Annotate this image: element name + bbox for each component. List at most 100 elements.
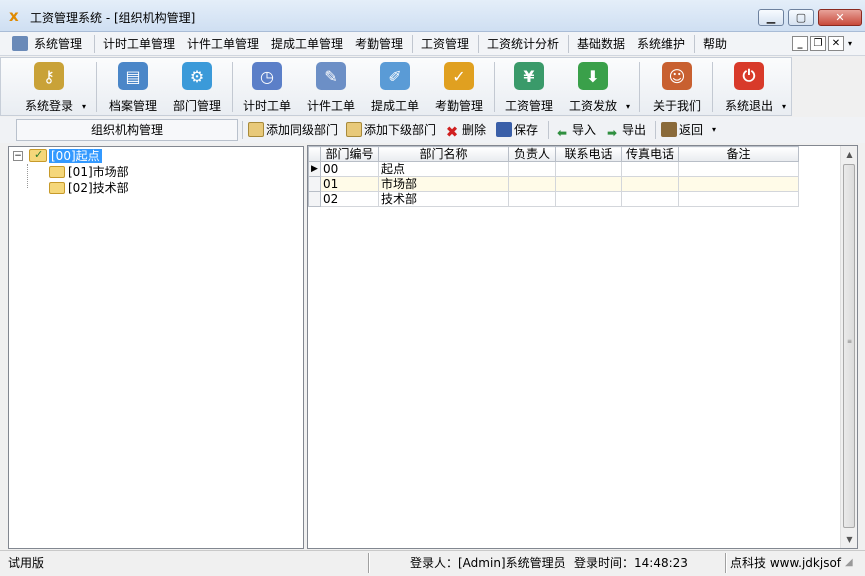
toolbar-salary-button[interactable]: ¥ 工资管理 <box>501 60 557 114</box>
add-child-department-button[interactable]: 添加下级部门 <box>346 121 436 139</box>
table-cell[interactable]: 01 <box>320 176 379 192</box>
exit-dropdown-icon[interactable]: ▾ <box>782 102 786 111</box>
tools-sheet-icon: ✎ <box>316 62 346 90</box>
menu-attendance[interactable]: 考勤管理 <box>355 36 403 52</box>
folder-gear-icon: ⚙ <box>182 62 212 90</box>
attendance-icon: ✓ <box>444 62 474 90</box>
maximize-button[interactable]: ▢ <box>788 9 814 26</box>
main-toolbar: ⚷ 系统登录 ▾ ▤ 档案管理 ⚙ 部门管理 ◷ 计时工单 ✎ 计件工单 ✐ 提… <box>0 57 792 116</box>
menu-commission-order[interactable]: 提成工单管理 <box>271 36 343 52</box>
window-title: 工资管理系统 - [组织机构管理] <box>30 11 196 25</box>
save-disk-icon <box>496 122 512 137</box>
menu-base-data[interactable]: 基础数据 <box>577 36 625 52</box>
mdi-restore-button[interactable]: ❐ <box>810 36 826 51</box>
minimize-button[interactable]: ▁ <box>758 9 784 26</box>
table-cell[interactable] <box>508 191 556 207</box>
table-cell[interactable]: 市场部 <box>378 176 509 192</box>
toolbar-about-button[interactable]: ☺ 关于我们 <box>649 60 705 114</box>
delete-x-icon: ✖ <box>445 123 459 141</box>
close-button[interactable]: ✕ <box>818 9 862 26</box>
toolbar-exit-button[interactable]: ⏻ 系统退出 <box>721 60 777 114</box>
scroll-up-arrow-icon[interactable]: ▲ <box>841 146 858 163</box>
vertical-scrollbar[interactable]: ▲ ≡ ▼ <box>840 146 857 548</box>
resize-grip-icon[interactable]: ◢ <box>845 554 853 572</box>
menu-salary-stats[interactable]: 工资统计分析 <box>487 36 559 52</box>
column-header[interactable]: 部门名称 <box>378 146 509 162</box>
action-overflow-chevron-icon[interactable]: ▾ <box>712 121 716 139</box>
scroll-down-arrow-icon[interactable]: ▼ <box>841 531 858 548</box>
table-cell[interactable] <box>508 176 556 192</box>
table-cell[interactable] <box>555 161 622 177</box>
scroll-grip-icon: ≡ <box>847 338 853 345</box>
company-status: 点科技 www.jdkjsof <box>730 556 842 570</box>
tree-node-marketing[interactable]: [01]市场部 <box>49 164 129 180</box>
table-row[interactable]: 01 市场部 <box>308 176 799 192</box>
collapse-toggle-icon[interactable]: − <box>13 151 23 161</box>
table-cell[interactable] <box>508 161 556 177</box>
menu-piece-order[interactable]: 计件工单管理 <box>187 36 259 52</box>
column-header[interactable]: 负责人 <box>508 146 556 162</box>
mdi-close-button[interactable]: ✕ <box>828 36 844 51</box>
table-cell[interactable]: 02 <box>320 191 379 207</box>
toolbar-piece-button[interactable]: ✎ 计件工单 <box>303 60 359 114</box>
people-icon: ☺ <box>662 62 692 90</box>
table-cell[interactable]: 起点 <box>378 161 509 177</box>
import-button[interactable]: ⬅ 导入 <box>554 121 596 140</box>
column-header[interactable]: 传真电话 <box>621 146 679 162</box>
menu-timing-order[interactable]: 计时工单管理 <box>103 36 175 52</box>
table-cell[interactable] <box>678 176 799 192</box>
table-row[interactable]: ▶ 00 起点 <box>308 161 799 177</box>
row-indicator <box>308 191 321 207</box>
add-sibling-department-button[interactable]: 添加同级部门 <box>248 121 338 139</box>
menu-system-management[interactable]: 系统管理 <box>12 36 82 52</box>
keys-icon: ⚷ <box>34 62 64 90</box>
book-money-icon: ¥ <box>514 62 544 90</box>
tree-node-root[interactable]: − [00]起点 <box>9 147 129 164</box>
toolbar-login-button[interactable]: ⚷ 系统登录 <box>21 60 77 114</box>
table-cell[interactable] <box>555 191 622 207</box>
scroll-thumb[interactable]: ≡ <box>843 164 855 528</box>
login-dropdown-icon[interactable]: ▾ <box>82 102 86 111</box>
table-cell[interactable] <box>621 191 679 207</box>
table-row[interactable]: 02 技术部 <box>308 191 799 207</box>
org-tree: − [00]起点 [01]市场部 [02]技术部 <box>8 146 304 549</box>
clock-sheet-icon: ◷ <box>252 62 282 90</box>
section-label: 组织机构管理 <box>16 119 238 141</box>
import-arrow-icon: ⬅ <box>556 126 568 140</box>
table-cell[interactable]: 技术部 <box>378 191 509 207</box>
toolbar-timing-button[interactable]: ◷ 计时工单 <box>239 60 295 114</box>
column-header[interactable]: 部门编号 <box>320 146 379 162</box>
toolbar-department-button[interactable]: ⚙ 部门管理 <box>169 60 225 114</box>
system-menu-icon <box>12 36 28 51</box>
menu-system-maintenance[interactable]: 系统维护 <box>637 36 685 52</box>
add-child-icon <box>346 122 362 137</box>
tree-node-tech[interactable]: [02]技术部 <box>49 180 129 196</box>
menu-overflow-chevron-icon[interactable]: ▾ <box>848 36 852 52</box>
return-button[interactable]: 返回 <box>661 121 703 139</box>
column-header[interactable]: 备注 <box>678 146 799 162</box>
table-cell[interactable] <box>678 161 799 177</box>
payout-dropdown-icon[interactable]: ▾ <box>626 102 630 111</box>
menu-help[interactable]: 帮助 <box>703 36 727 52</box>
table-cell[interactable] <box>678 191 799 207</box>
table-cell[interactable]: 00 <box>320 161 379 177</box>
table-cell[interactable] <box>621 176 679 192</box>
export-button[interactable]: ➡ 导出 <box>604 121 646 140</box>
toolbar-commission-button[interactable]: ✐ 提成工单 <box>367 60 423 114</box>
return-door-icon <box>661 122 677 137</box>
menu-salary[interactable]: 工资管理 <box>421 36 469 52</box>
mdi-minimize-button[interactable]: _ <box>792 36 808 51</box>
toolbar-archive-button[interactable]: ▤ 档案管理 <box>105 60 161 114</box>
save-button[interactable]: 保存 <box>496 121 538 139</box>
title-bar: ⅹ 工资管理系统 - [组织机构管理] ▁ ▢ ✕ <box>0 0 865 32</box>
department-grid: 部门编号 部门名称 负责人 联系电话 传真电话 备注 ▶ 00 起点 01 市场… <box>307 145 858 549</box>
column-header[interactable]: 联系电话 <box>555 146 622 162</box>
table-cell[interactable] <box>555 176 622 192</box>
toolbar-payout-button[interactable]: ⬇ 工资发放 <box>565 60 621 114</box>
delete-button[interactable]: ✖ 删除 <box>444 121 486 141</box>
menu-bar: 系统管理 计时工单管理 计件工单管理 提成工单管理 考勤管理 工资管理 工资统计… <box>0 32 865 56</box>
toolbar-attendance-button[interactable]: ✓ 考勤管理 <box>431 60 487 114</box>
department-table: 部门编号 部门名称 负责人 联系电话 传真电话 备注 ▶ 00 起点 01 市场… <box>308 146 799 207</box>
logged-user-status: 登录人：[Admin]系统管理员 <box>410 556 566 570</box>
table-cell[interactable] <box>621 161 679 177</box>
